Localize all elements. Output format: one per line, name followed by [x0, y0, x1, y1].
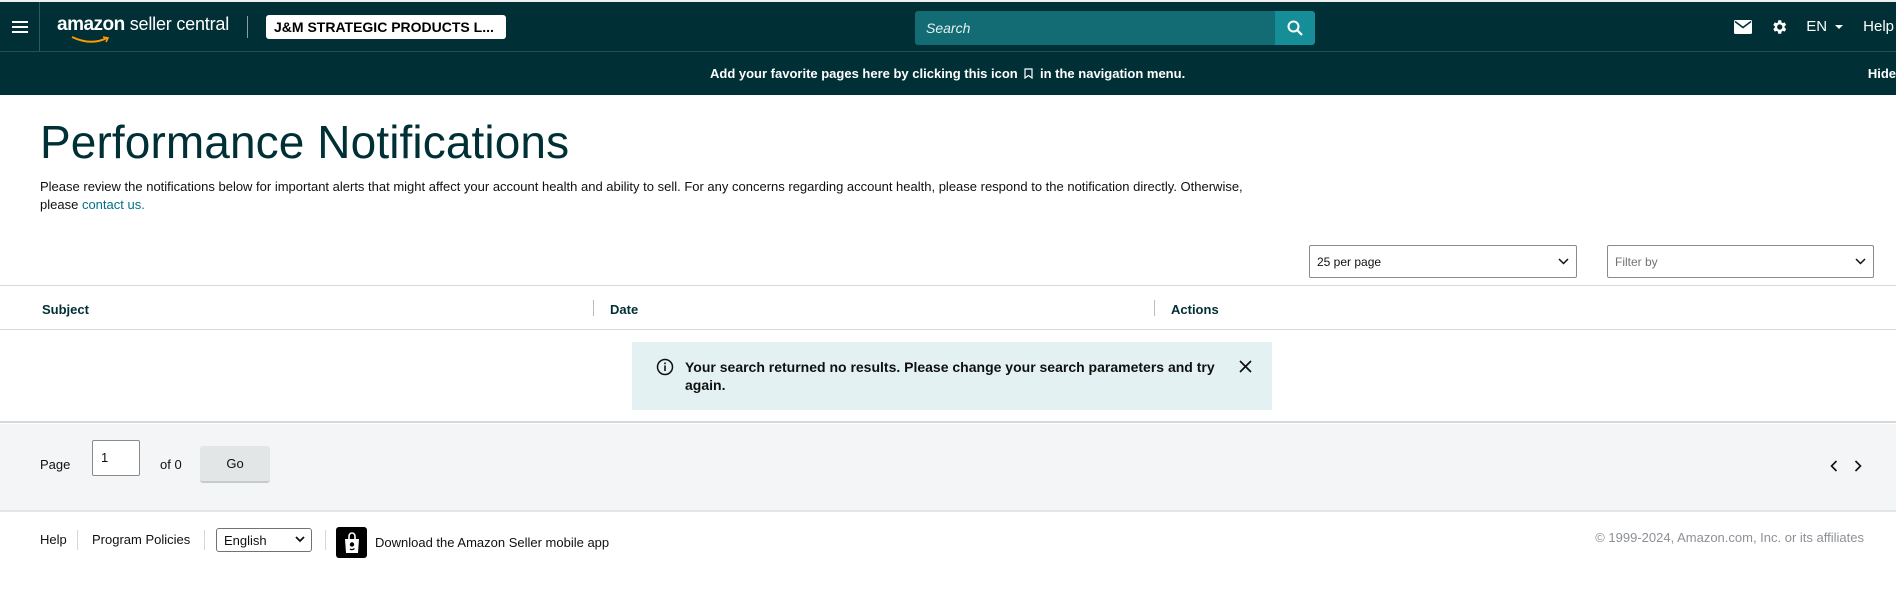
column-header-actions: Actions [1171, 302, 1219, 317]
footer-language-value: English [224, 533, 267, 548]
hide-favorites-button[interactable]: Hide [1868, 66, 1896, 81]
column-divider[interactable] [1154, 300, 1155, 316]
filter-placeholder: Filter by [1615, 255, 1658, 269]
store-selector[interactable]: J&M STRATEGIC PRODUCTS L... [266, 14, 506, 39]
no-results-alert: Your search returned no results. Please … [632, 342, 1272, 410]
favorites-bar: Add your favorite pages here by clicking… [0, 51, 1896, 95]
footer: Help Program Policies English Download t… [0, 512, 1896, 597]
amazon-smile-icon [71, 35, 110, 43]
per-page-value: 25 per page [1317, 255, 1382, 269]
messages-button[interactable] [1734, 19, 1753, 34]
settings-button[interactable] [1770, 18, 1788, 36]
caret-down-icon [1835, 24, 1844, 29]
filter-select[interactable]: Filter by [1607, 245, 1874, 278]
search-button[interactable] [1275, 11, 1315, 45]
logo-divider [247, 15, 248, 38]
amazon-seller-central-logo[interactable]: amazon seller central [57, 12, 229, 43]
column-header-subject[interactable]: Subject [42, 302, 89, 317]
table-body: Your search returned no results. Please … [0, 330, 1896, 423]
page-description: Please review the notifications below fo… [40, 178, 1270, 214]
amazon-app-icon [336, 527, 367, 558]
help-link[interactable]: Help [1863, 18, 1894, 35]
mail-icon [1734, 19, 1753, 34]
table-header: Subject Date Actions [0, 285, 1896, 330]
language-selector[interactable]: EN [1806, 18, 1845, 35]
per-page-select[interactable]: 25 per page [1309, 245, 1577, 278]
favorites-message-before: Add your favorite pages here by clicking… [710, 66, 1018, 81]
footer-divider [204, 530, 205, 550]
logo-seller-central-text: seller central [129, 13, 229, 34]
menu-button[interactable] [0, 2, 40, 51]
footer-divider [325, 530, 326, 550]
top-navigation-bar: amazon seller central J&M STRATEGIC PROD… [0, 0, 1896, 51]
close-icon[interactable] [1239, 360, 1252, 373]
footer-language-select[interactable]: English [216, 528, 312, 552]
page-label: Page [40, 457, 71, 472]
no-results-message: Your search returned no results. Please … [685, 359, 1215, 393]
footer-help-link[interactable]: Help [40, 532, 67, 547]
column-header-date[interactable]: Date [610, 302, 638, 317]
search-icon [1287, 20, 1303, 36]
footer-divider [77, 530, 78, 550]
menu-icon [11, 20, 28, 33]
pagination-bar: Page 1 of 0 Go [0, 424, 1896, 512]
contact-us-link[interactable]: contact us. [82, 197, 145, 212]
page-description-text: Please review the notifications below fo… [40, 179, 1243, 212]
download-app-link[interactable]: Download the Amazon Seller mobile app [336, 527, 609, 558]
go-button[interactable]: Go [200, 446, 270, 483]
copyright-text: © 1999-2024, Amazon.com, Inc. or its aff… [1595, 530, 1864, 545]
chevron-right-icon[interactable] [1854, 460, 1862, 472]
bookmark-icon [1024, 68, 1033, 80]
chevron-down-icon [295, 536, 305, 543]
search-bar: Search [915, 11, 1315, 45]
info-icon [656, 358, 674, 376]
logo-amazon-text: amazon [57, 13, 125, 35]
chevron-down-icon [1855, 258, 1866, 265]
favorites-message: Add your favorite pages here by clicking… [710, 66, 1185, 81]
gear-icon [1773, 19, 1787, 34]
nav-right-controls: EN Help [1734, 2, 1896, 51]
download-app-text: Download the Amazon Seller mobile app [375, 535, 610, 550]
column-divider[interactable] [593, 300, 594, 316]
program-policies-link[interactable]: Program Policies [92, 532, 190, 547]
language-code: EN [1806, 18, 1828, 35]
chevron-left-icon[interactable] [1830, 460, 1838, 472]
page-number-input[interactable]: 1 [92, 440, 140, 476]
page-title: Performance Notifications [40, 116, 570, 168]
search-input[interactable]: Search [915, 11, 1275, 45]
chevron-down-icon [1558, 258, 1569, 265]
favorites-message-after: in the navigation menu. [1040, 66, 1186, 81]
page-count-label: of 0 [160, 457, 182, 472]
